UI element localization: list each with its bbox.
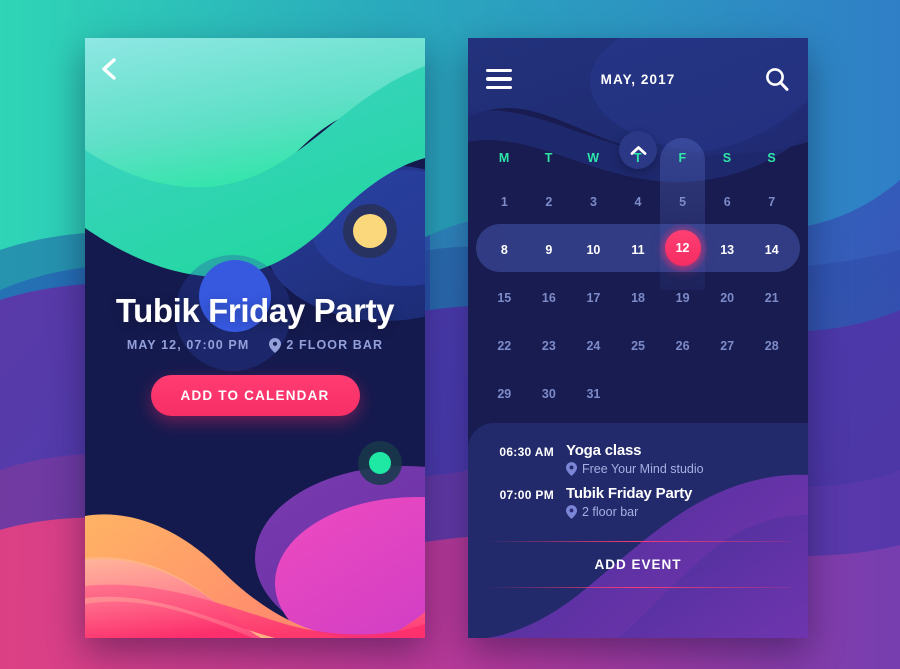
calendar-day[interactable]: 18 [616,274,661,322]
event-location: 2 floor bar [582,505,639,519]
month-year-title: MAY, 2017 [600,71,676,87]
calendar-screen: MAY, 2017 M T W T F S S 1 2 3 4 5 6 7 8 … [468,38,808,638]
back-button[interactable] [99,55,139,95]
calendar-week-row: 15 16 17 18 19 20 21 [482,274,794,322]
calendar-day[interactable]: 21 [749,274,794,322]
calendar-grid: M T W T F S S 1 2 3 4 5 6 7 8 9 10 11 13… [468,138,808,418]
event-location-row: 2 floor bar [566,505,792,519]
event-time: 06:30 AM [499,445,554,459]
hamburger-menu-icon [486,85,512,90]
weekday-label: S [722,151,732,165]
add-event-button[interactable]: ADD EVENT [486,541,790,588]
event-location: Free Your Mind studio [582,462,704,476]
calendar-day[interactable]: 2 [527,178,572,226]
calendar-day[interactable]: 8 [482,226,527,274]
calendar-day[interactable]: 7 [749,178,794,226]
event-meta: MAY 12, 07:00 PM 2 FLOOR BAR [95,337,415,353]
calendar-day[interactable]: 14 [749,226,794,274]
event-name: Tubik Friday Party [566,485,693,502]
event-list-item[interactable]: 07:00 PM Tubik Friday Party 2 floor bar [484,480,792,523]
calendar-week-row: 29 30 31 [482,370,794,418]
calendar-day-empty [749,370,794,418]
calendar-day[interactable]: 24 [571,322,616,370]
location-pin-icon [269,337,282,353]
calendar-day[interactable]: 15 [482,274,527,322]
weekday-label: F [678,151,687,165]
calendar-day[interactable]: 30 [527,370,572,418]
weekday-header-row: M T W T F S S [482,138,794,178]
search-button[interactable] [764,66,790,92]
add-to-calendar-button[interactable]: ADD TO CALENDAR [150,374,360,416]
event-title: Tubik Friday Party [115,292,395,329]
calendar-day[interactable]: 6 [705,178,750,226]
events-panel: 06:30 AM Yoga class Free Your Mind studi… [468,423,808,638]
weekday-label: T [633,151,643,165]
calendar-day[interactable]: 26 [660,322,705,370]
calendar-day[interactable]: 4 [616,178,661,226]
event-datetime: MAY 12, 07:00 PM [126,338,250,353]
calendar-day-empty [660,370,705,418]
calendar-day[interactable]: 1 [482,178,527,226]
event-hero: Tubik Friday Party MAY 12, 07:00 PM 2 FL… [85,293,425,416]
calendar-day[interactable]: 20 [705,274,750,322]
events-list: 06:30 AM Yoga class Free Your Mind studi… [468,423,808,523]
calendar-day[interactable]: 3 [571,178,616,226]
calendar-day[interactable]: 5 [660,178,705,226]
hamburger-menu-icon [486,68,512,73]
selected-day[interactable]: 12 [658,224,707,272]
event-location: 2 FLOOR BAR [286,338,384,353]
weekday-label: W [587,151,600,165]
calendar-day[interactable]: 23 [527,322,572,370]
weekday-label: S [767,151,777,165]
calendar-day[interactable]: 13 [705,226,750,274]
calendar-day[interactable]: 16 [527,274,572,322]
location-pin-icon [566,505,577,519]
calendar-week-row: 1 2 3 4 5 6 7 [482,178,794,226]
hamburger-menu-button[interactable] [486,68,512,90]
event-location-row: Free Your Mind studio [566,462,792,476]
event-detail-screen: Tubik Friday Party MAY 12, 07:00 PM 2 FL… [85,38,425,638]
calendar-week-row-selected: 8 9 10 11 13 14 [482,226,794,274]
calendar-day[interactable]: 31 [571,370,616,418]
calendar-day[interactable]: 25 [616,322,661,370]
search-icon [766,68,789,91]
location-pin-icon [566,462,577,476]
calendar-day-empty [616,370,661,418]
hamburger-menu-icon [486,77,512,81]
event-name: Yoga class [566,442,642,459]
calendar-day[interactable]: 11 [616,226,661,274]
calendar-week-row: 22 23 24 25 26 27 28 [482,322,794,370]
weekday-label: T [544,151,553,165]
calendar-day[interactable]: 9 [527,226,572,274]
selected-day-label: 12 [664,230,701,266]
calendar-day-empty [705,370,750,418]
calendar-header: MAY, 2017 [468,62,808,96]
calendar-day[interactable]: 27 [705,322,750,370]
calendar-day[interactable]: 22 [482,322,527,370]
calendar-day[interactable]: 28 [749,322,794,370]
event-time: 07:00 PM [499,488,554,502]
weekday-label: M [498,151,510,165]
calendar-day[interactable]: 29 [482,370,527,418]
calendar-day[interactable]: 17 [571,274,616,322]
chevron-left-icon [102,58,116,80]
calendar-day[interactable]: 10 [571,226,616,274]
event-list-item[interactable]: 06:30 AM Yoga class Free Your Mind studi… [484,437,792,480]
calendar-day[interactable]: 19 [660,274,705,322]
